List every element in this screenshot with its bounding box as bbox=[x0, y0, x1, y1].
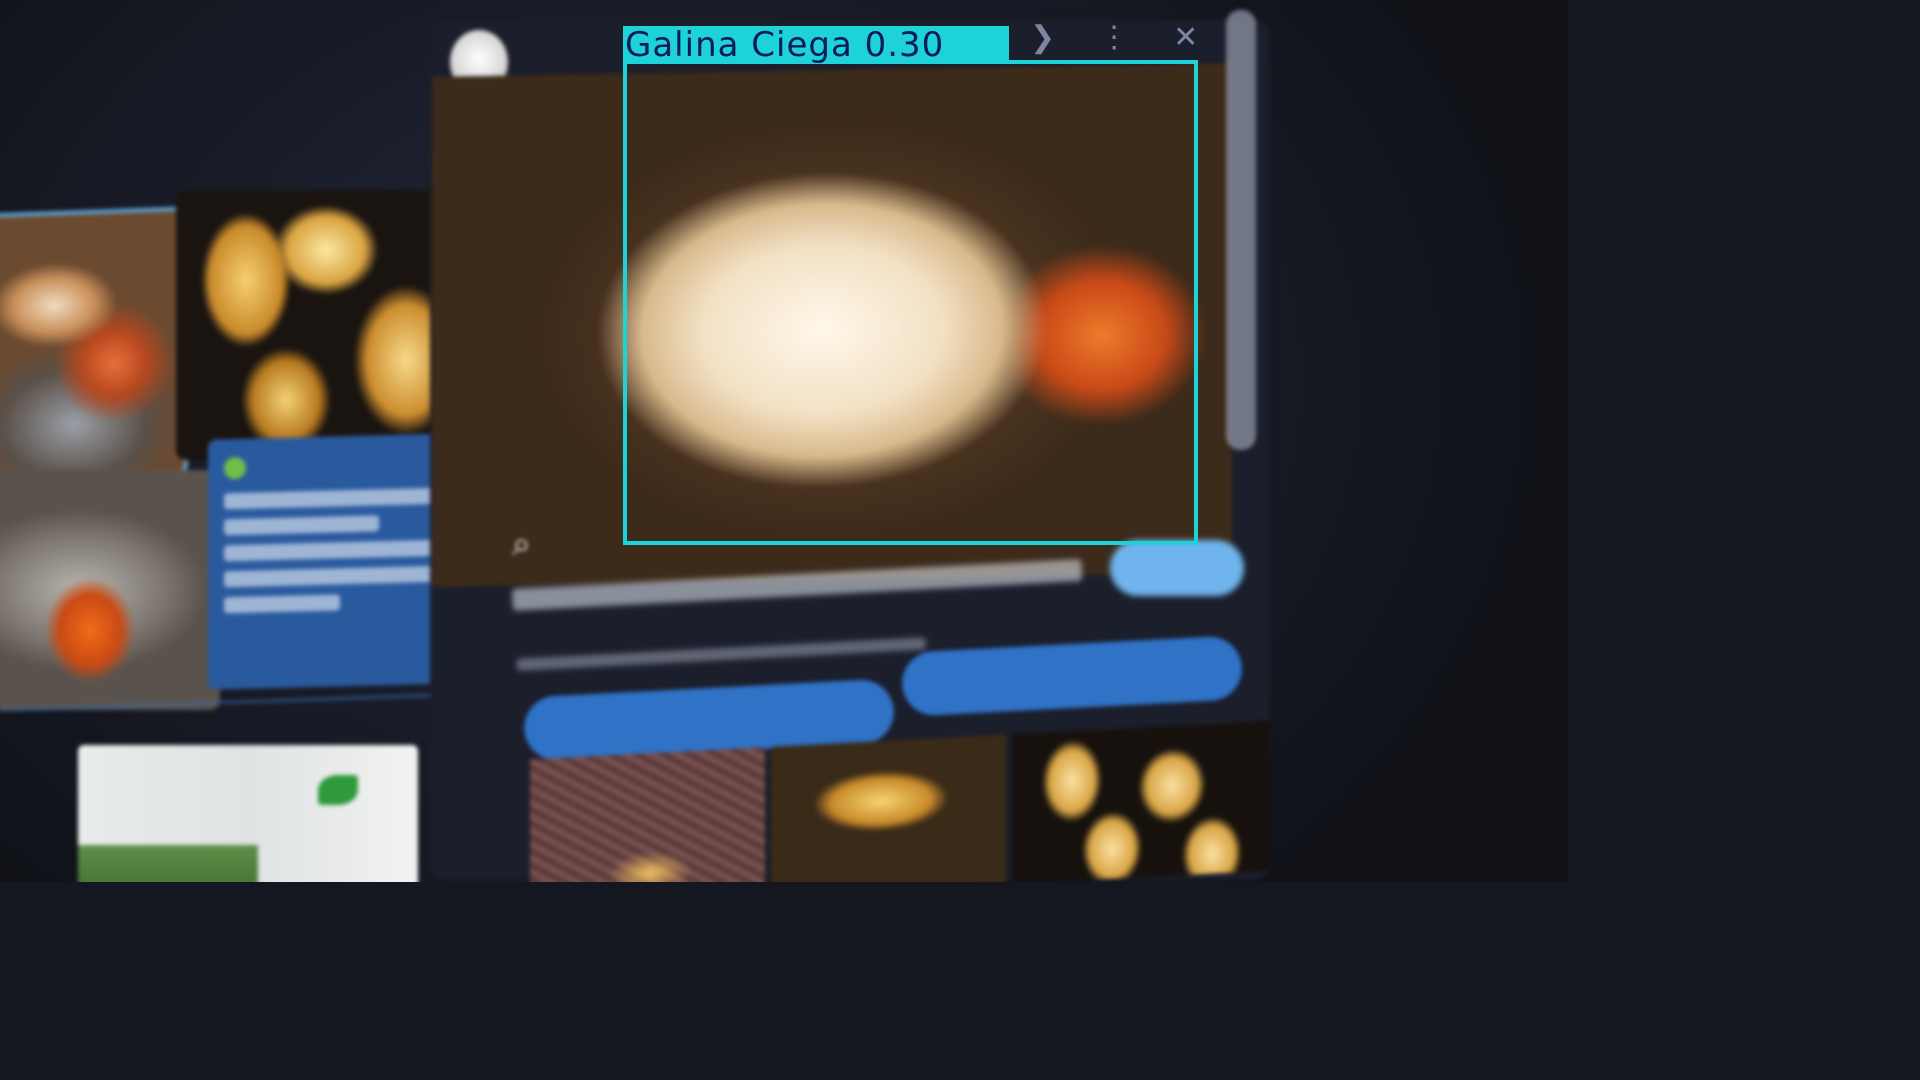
result-text-line bbox=[224, 594, 341, 614]
close-icon[interactable]: ✕ bbox=[1173, 20, 1198, 55]
leaf-icon bbox=[318, 775, 358, 805]
lens-icon[interactable]: ⌕ bbox=[512, 525, 531, 564]
result-thumbnail-grub-rock[interactable] bbox=[0, 470, 220, 710]
result-thumbnail-grub-orange[interactable] bbox=[0, 206, 188, 482]
result-text-line bbox=[224, 487, 462, 510]
related-image[interactable] bbox=[770, 734, 1006, 882]
result-text-line bbox=[224, 565, 444, 588]
visit-button[interactable] bbox=[1110, 540, 1244, 596]
thumbnail-grass bbox=[78, 845, 258, 882]
screen-photo: ⌕ ❯ ⋮ ✕ Galina Ciega 0.30 bbox=[0, 0, 1568, 882]
viewer-header-icons: ❯ ⋮ ✕ bbox=[1030, 20, 1198, 55]
result-text-line bbox=[224, 515, 379, 536]
result-thumbnail-white-grubs[interactable] bbox=[176, 190, 466, 460]
related-image[interactable] bbox=[530, 747, 765, 882]
result-thumbnail-product[interactable] bbox=[78, 745, 418, 882]
related-image[interactable] bbox=[1011, 720, 1271, 882]
more-icon[interactable]: ⋮ bbox=[1099, 20, 1129, 55]
detection-label: Galina Ciega 0.30 bbox=[623, 26, 1009, 64]
source-favicon-icon bbox=[224, 456, 246, 480]
detection-bounding-box bbox=[623, 60, 1198, 545]
scrollbar[interactable] bbox=[1226, 10, 1256, 450]
share-icon[interactable]: ❯ bbox=[1030, 20, 1055, 55]
result-text-line bbox=[224, 539, 452, 562]
